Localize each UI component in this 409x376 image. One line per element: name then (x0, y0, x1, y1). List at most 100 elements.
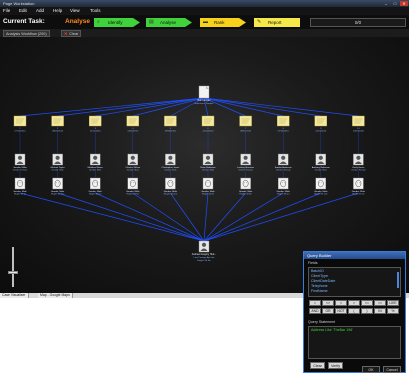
tab-map-google-maps[interactable]: Map - Google Maps (38, 293, 73, 298)
identify-button[interactable]: ⌕ Identify (94, 18, 140, 27)
face-node[interactable]: Gender: MaleHeight: 5ft 10in (51, 177, 65, 196)
person-node[interactable]: Christopher JonesGender: Male (162, 153, 181, 172)
node-sublabel: 12/01/2010 (315, 131, 327, 133)
face-node[interactable]: Gender: MaleHeight: 6ft 0in (89, 177, 103, 196)
fields-scrollbar[interactable] (397, 272, 399, 288)
list-item[interactable]: FirstName (311, 289, 328, 294)
face-node[interactable]: Gender: MaleHeight: 5ft 9in (126, 177, 140, 196)
target-node[interactable]: Andrew Gregory Hud...Last Postage Apt in… (192, 240, 217, 262)
operator-button[interactable]: ) (361, 308, 373, 314)
document-tabs: Analysis Workflow (200) ✕ Clear (0, 29, 409, 37)
maximize-button[interactable]: □ (391, 1, 399, 6)
edge (203, 97, 359, 117)
report-button[interactable]: ✎ Report (254, 18, 300, 27)
edge (203, 192, 246, 242)
node-sublabel: 10/20/2010 (353, 131, 365, 133)
document-node[interactable]: 411/05/2010 (126, 115, 140, 133)
ok-button[interactable]: OK (362, 366, 380, 373)
report-button-label: Report (268, 20, 282, 25)
operator-button[interactable]: > (348, 300, 360, 306)
operator-button[interactable]: IN (374, 308, 386, 314)
menu-help[interactable]: Help (53, 7, 62, 15)
minimize-button[interactable]: – (382, 1, 390, 6)
eye-shape (281, 182, 283, 184)
operator-button[interactable]: % (387, 308, 399, 314)
document-node[interactable]: 807/26/2010 (277, 115, 289, 133)
node-sublabel: Last Postage Apt info (194, 256, 215, 259)
face-node[interactable]: Gender: MaleHeight: 6ft 1in (13, 177, 27, 196)
query-statement-field[interactable]: Address Like 'TheBar 196' (308, 326, 401, 359)
person-node[interactable]: Emily HarrisGender: Female (351, 153, 367, 172)
menu-file[interactable]: File (3, 7, 10, 15)
tab-case-visualiser[interactable]: Case Visualiser (0, 293, 29, 298)
document-node[interactable]: 610/11/2010 (201, 115, 215, 133)
operator-button[interactable]: LIKE (387, 300, 399, 306)
eye-shape (171, 182, 172, 184)
query-statement-label: Query Statement (308, 320, 336, 324)
close-button[interactable]: ✕ (400, 1, 408, 6)
menu-tools[interactable]: Tools (90, 7, 101, 15)
clear-button[interactable]: Clear (310, 362, 325, 369)
eye-shape (244, 182, 245, 184)
zoom-slider-track[interactable] (12, 247, 14, 287)
document-node[interactable]: 912/01/2010 (314, 115, 327, 133)
face-icon (52, 177, 63, 190)
operator-button[interactable]: NOT (335, 308, 347, 314)
face-node[interactable]: Gender: MaleHeight: 5ft 8in (239, 177, 253, 196)
eye-shape (56, 182, 57, 184)
person-node[interactable]: Jennifer MillerGender: Female (13, 153, 28, 172)
face-node[interactable]: Gender: MaleHeight: 6ft 2in (201, 177, 215, 196)
node-sublabel: Gender: Male (52, 170, 65, 172)
node-sublabel: 08/25/2010 (52, 131, 64, 133)
person-node[interactable]: Matthew MooreGender: Male (88, 153, 104, 172)
face-icon (353, 177, 364, 190)
eye-shape (359, 182, 360, 184)
node-sublabel: 08/11/2010 (240, 131, 252, 133)
node-sublabel: 11/05/2010 (127, 131, 139, 133)
document-node[interactable]: 509/28/2010 (164, 115, 177, 133)
operator-button[interactable]: >= (374, 300, 386, 306)
document-node[interactable]: 208/25/2010 (51, 115, 64, 133)
menu-edit[interactable]: Edit (19, 7, 27, 15)
operator-button[interactable]: <> (322, 300, 334, 306)
analyse-button-label: Analyse (160, 20, 177, 25)
operator-button[interactable]: = (309, 300, 321, 306)
operator-button[interactable]: AND (309, 308, 321, 314)
face-node[interactable]: Gender: MaleHeight: 6ft 0in (277, 177, 291, 196)
person-node[interactable]: Lindsay MorrisonGender: Female (237, 153, 255, 172)
head-shape (201, 242, 207, 247)
document-node[interactable]: 1010/20/2010 (352, 115, 365, 133)
operator-button[interactable]: <= (361, 300, 373, 306)
node-sublabel: Gender: Male (202, 170, 215, 172)
operator-button[interactable]: < (335, 300, 347, 306)
root-node[interactable]: Bob MorganReference: Sample (195, 85, 215, 105)
zoom-slider-thumb[interactable] (8, 271, 18, 274)
face-node[interactable]: Gender: MaleHeight: 5ft 11in (164, 177, 178, 196)
menu-add[interactable]: Add (36, 7, 44, 15)
document-node[interactable]: 312/17/2010 (88, 115, 101, 133)
operator-button[interactable]: OR (322, 308, 334, 314)
person-node[interactable]: Charles WilsonGender: Male (125, 153, 141, 172)
operator-button[interactable]: ( (348, 308, 360, 314)
fields-list[interactable]: BatchID ClientType ClientDateDate Teleph… (308, 267, 401, 297)
rank-button[interactable]: ▬ Rank (200, 18, 246, 27)
person-node[interactable]: Brian RobinsonGender: Male (201, 153, 217, 172)
person-node[interactable]: Sandra AndersonGender: Female (275, 153, 293, 172)
face-node[interactable]: Gender: MaleHeight: 5ft 10in (314, 177, 328, 196)
current-task-value: Analyse (65, 18, 90, 25)
verify-button[interactable]: Verify (328, 362, 343, 369)
menu-view[interactable]: View (70, 7, 80, 15)
document-node[interactable]: 107/16/2010 (13, 115, 26, 133)
document-node[interactable]: 708/11/2010 (239, 115, 252, 133)
person-node[interactable]: Anthony RobinsonGender: Male (312, 153, 331, 172)
tab-clear[interactable]: ✕ Clear (61, 30, 82, 37)
analyse-button[interactable]: ▤ Analyse (146, 18, 192, 27)
edge (203, 97, 284, 117)
face-node[interactable]: Gender: MaleHeight: 6ft 1in (352, 177, 366, 196)
tab-analysis-workflow[interactable]: Analysis Workflow (200) (3, 30, 50, 37)
head-shape (55, 155, 60, 160)
dialog-title: Query Builder (304, 252, 405, 259)
head-shape (93, 155, 98, 160)
cancel-button[interactable]: Cancel (383, 366, 401, 373)
person-node[interactable]: Michael TaylorGender: Male (51, 153, 65, 172)
